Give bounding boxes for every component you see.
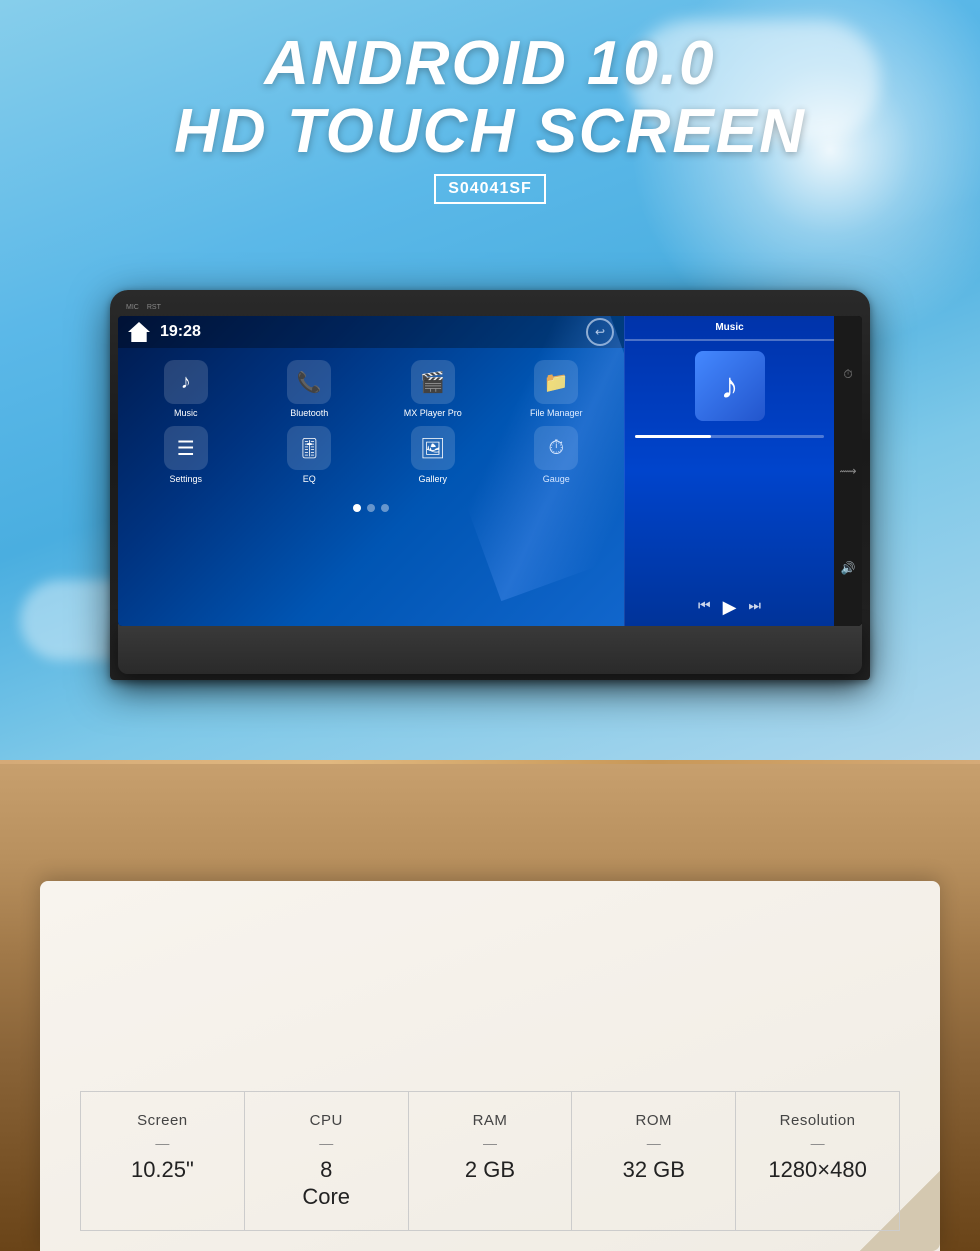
back-button[interactable]: ↩ [586,318,614,346]
filemanager-icon: 📁 [534,360,578,404]
spec-rom-value: 32 GB [623,1157,685,1183]
spec-resolution-value: 1280×480 [768,1157,867,1183]
app-gallery[interactable]: 🖼 Gallery [375,426,491,484]
title-line2: HD TOUCH SCREEN [0,98,980,166]
header-section: ANDROID 10.0 HD TOUCH SCREEN S04041SF [0,30,980,204]
spec-resolution-title: Resolution [780,1112,856,1129]
app-bluetooth-label: Bluetooth [290,408,328,418]
screen-topbar: 19:28 ↩ [118,316,624,348]
app-gauge-label: Gauge [543,474,570,484]
app-bluetooth[interactable]: 📞 Bluetooth [252,360,368,418]
time-display: 19:28 [160,323,586,341]
spec-ram: RAM — 2 GB [409,1091,573,1231]
music-note-icon: ♪ [721,365,739,407]
music-icon: ♪ [164,360,208,404]
page-title: ANDROID 10.0 HD TOUCH SCREEN [0,30,980,166]
app-mxplayer[interactable]: 🎬 MX Player Pro [375,360,491,418]
device: MIC RST 19:28 ↩ ♪ Music [110,290,870,680]
bluetooth-icon: 📞 [287,360,331,404]
music-album-art: ♪ [695,351,765,421]
spec-rom-divider: — [647,1135,661,1151]
app-mxplayer-label: MX Player Pro [404,408,462,418]
rst-label: RST [147,304,161,311]
next-button[interactable]: ⏭ [748,597,761,618]
dot-2[interactable] [367,504,375,512]
spec-ram-title: RAM [473,1112,508,1129]
app-gallery-label: Gallery [418,474,447,484]
device-base [118,624,862,674]
spec-ram-divider: — [483,1135,497,1151]
clock-sidebar-btn[interactable]: ⏱ [837,363,859,385]
screen-right-panel: Music ♪ ⏮ ▶ ⏭ [624,316,834,626]
mic-label: MIC [126,304,139,311]
spec-rom: ROM — 32 GB [572,1091,736,1231]
app-grid: ♪ Music 📞 Bluetooth 🎬 MX Player Pro 📁 Fi… [118,348,624,496]
settings-icon: ☰ [164,426,208,470]
device-screen[interactable]: 19:28 ↩ ♪ Music 📞 Bluetooth 🎬 MX [118,316,862,626]
device-top-bar: MIC RST [118,298,862,316]
gallery-icon: 🖼 [411,426,455,470]
dot-3[interactable] [381,504,389,512]
app-filemanager[interactable]: 📁 File Manager [499,360,615,418]
app-settings[interactable]: ☰ Settings [128,426,244,484]
dot-1[interactable] [353,504,361,512]
spec-screen-title: Screen [137,1112,188,1129]
app-music-label: Music [174,408,198,418]
title-line1: ANDROID 10.0 [0,30,980,98]
app-settings-label: Settings [169,474,202,484]
wifi-sidebar-btn[interactable]: ⟿ [837,460,859,482]
spec-cpu-title: CPU [310,1112,343,1129]
play-button[interactable]: ▶ [723,597,737,618]
screen-sidebar: ⏱ ⟿ 🔊 [834,316,862,626]
spec-cpu: CPU — 8Core [245,1091,409,1231]
page-dots [118,496,624,520]
product-code: S04041SF [434,174,546,204]
mxplayer-icon: 🎬 [411,360,455,404]
app-eq-label: EQ [303,474,316,484]
spec-ram-value: 2 GB [465,1157,515,1183]
spec-resolution-divider: — [811,1135,825,1151]
eq-icon: 🎚 [287,426,331,470]
music-panel-title: Music [625,316,834,341]
device-shell: MIC RST 19:28 ↩ ♪ Music [110,290,870,680]
app-filemanager-label: File Manager [530,408,583,418]
app-music[interactable]: ♪ Music [128,360,244,418]
specs-section: Screen — 10.25" CPU — 8Core RAM — 2 GB R… [80,1091,900,1231]
gauge-icon: ⏱ [534,426,578,470]
spec-cpu-divider: — [319,1135,333,1151]
app-gauge[interactable]: ⏱ Gauge [499,426,615,484]
spec-screen-divider: — [155,1135,169,1151]
volume-sidebar-btn[interactable]: 🔊 [837,557,859,579]
screen-left-panel: 19:28 ↩ ♪ Music 📞 Bluetooth 🎬 MX [118,316,624,626]
spec-rom-title: ROM [636,1112,673,1129]
spec-resolution: Resolution — 1280×480 [736,1091,900,1231]
app-eq[interactable]: 🎚 EQ [252,426,368,484]
prev-button[interactable]: ⏮ [698,597,711,618]
music-controls: ⏮ ▶ ⏭ [625,589,834,626]
spec-screen: Screen — 10.25" [80,1091,245,1231]
music-progress-bar[interactable] [635,435,824,438]
spec-cpu-value: 8Core [302,1157,350,1210]
spec-screen-value: 10.25" [131,1157,194,1183]
home-icon[interactable] [128,322,150,342]
